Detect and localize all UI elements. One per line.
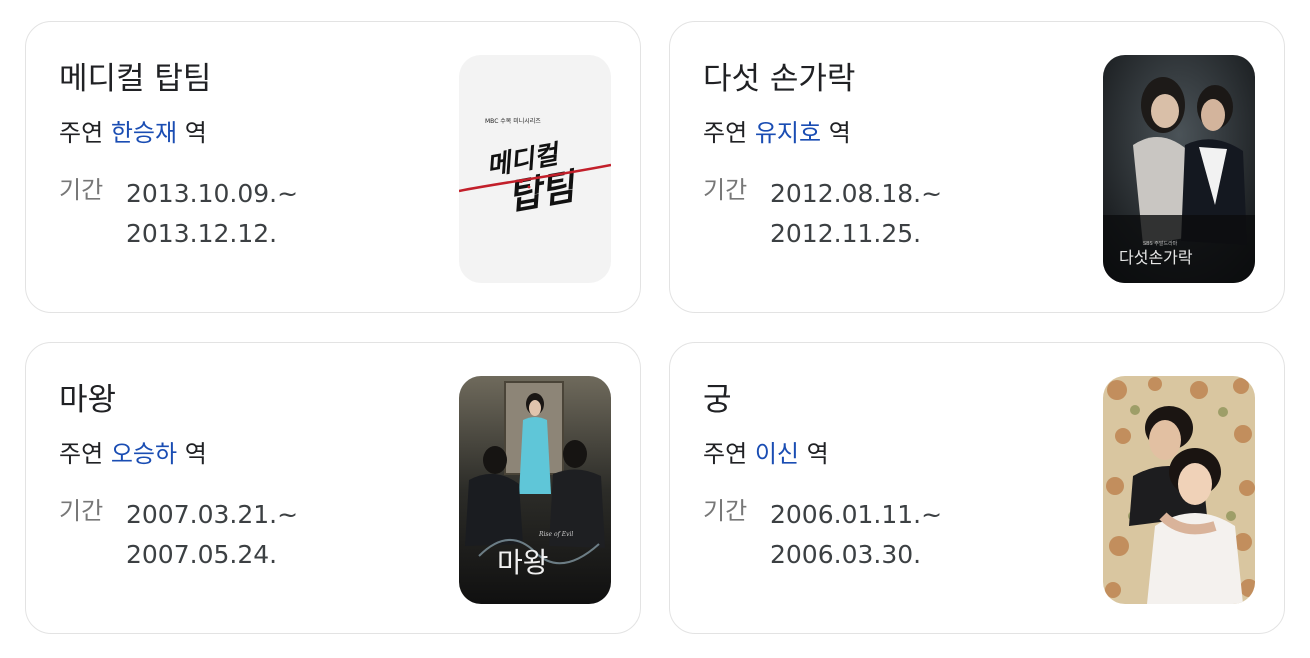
role-suffix: 역 [806, 440, 829, 468]
poster-image[interactable] [1103, 376, 1255, 604]
drama-title[interactable]: 마왕 [59, 381, 116, 419]
period-label: 기간 [59, 497, 104, 525]
poster-image[interactable]: SBS 주말드라마 다섯손가락 [1103, 55, 1255, 283]
drama-title[interactable]: 메디컬 탑팀 [59, 60, 211, 98]
period-end: 2013.12.12. [126, 219, 278, 248]
drama-title[interactable]: 다섯 손가락 [703, 60, 855, 98]
period-dates: 2007.03.21.~ 2007.05.24. [126, 495, 298, 575]
drama-title[interactable]: 궁 [703, 381, 732, 419]
period-dates: 2013.10.09.~ 2013.12.12. [126, 174, 298, 254]
drama-card-medical-top-team[interactable]: 메디컬 탑팀 주연 한승재 역 기간 2013.10.09.~ 2013.12.… [25, 21, 641, 313]
period-label: 기간 [59, 176, 104, 204]
role-prefix: 주연 [703, 119, 748, 147]
actor-role-link[interactable]: 이신 [755, 440, 799, 468]
period-start: 2012.08.18.~ [770, 179, 943, 208]
role-line: 주연 오승하 역 [59, 439, 207, 469]
role-prefix: 주연 [703, 440, 748, 468]
period-dates: 2012.08.18.~ 2012.11.25. [770, 174, 942, 254]
period-label: 기간 [703, 497, 748, 525]
role-suffix: 역 [828, 119, 851, 147]
poster-image[interactable]: MBC 수목 미니시리즈 메디컬 탑팀 [459, 55, 611, 283]
role-line: 주연 한승재 역 [59, 118, 207, 148]
poster-script-text: Rise of Evil [538, 531, 573, 538]
role-suffix: 역 [184, 119, 207, 147]
poster-image[interactable]: Rise of Evil 마왕 [459, 376, 611, 604]
role-prefix: 주연 [59, 440, 104, 468]
poster-title: 마왕 [497, 546, 549, 579]
period-start: 2006.01.11.~ [770, 500, 943, 529]
period-end: 2012.11.25. [770, 219, 922, 248]
period-start: 2013.10.09.~ [126, 179, 299, 208]
poster-channel-text: MBC 수목 미니시리즈 [485, 117, 541, 125]
period-end: 2006.03.30. [770, 540, 922, 569]
actor-role-link[interactable]: 한승재 [111, 119, 177, 147]
role-line: 주연 이신 역 [703, 439, 829, 469]
role-prefix: 주연 [59, 119, 104, 147]
role-line: 주연 유지호 역 [703, 118, 851, 148]
period-dates: 2006.01.11.~ 2006.03.30. [770, 495, 942, 575]
poster-title: 다섯손가락 [1119, 248, 1193, 267]
drama-card-mawang[interactable]: 마왕 주연 오승하 역 기간 2007.03.21.~ 2007.05.24. [25, 342, 641, 634]
period-start: 2007.03.21.~ [126, 500, 299, 529]
poster-medical-top-team: MBC 수목 미니시리즈 메디컬 탑팀 [459, 55, 611, 283]
period-label: 기간 [703, 176, 748, 204]
actor-role-link[interactable]: 유지호 [755, 119, 821, 147]
actor-role-link[interactable]: 오승하 [111, 440, 177, 468]
drama-card-five-fingers[interactable]: 다섯 손가락 주연 유지호 역 기간 2012.08.18.~ 2012.11.… [669, 21, 1285, 313]
poster-channel-text: SBS 주말드라마 [1143, 240, 1178, 247]
drama-card-goong[interactable]: 궁 주연 이신 역 기간 2006.01.11.~ 2006.03.30. [669, 342, 1285, 634]
period-end: 2007.05.24. [126, 540, 278, 569]
poster-goong [1103, 376, 1255, 604]
poster-five-fingers: SBS 주말드라마 다섯손가락 [1103, 55, 1255, 283]
role-suffix: 역 [184, 440, 207, 468]
poster-mawang: Rise of Evil 마왕 [459, 376, 611, 604]
